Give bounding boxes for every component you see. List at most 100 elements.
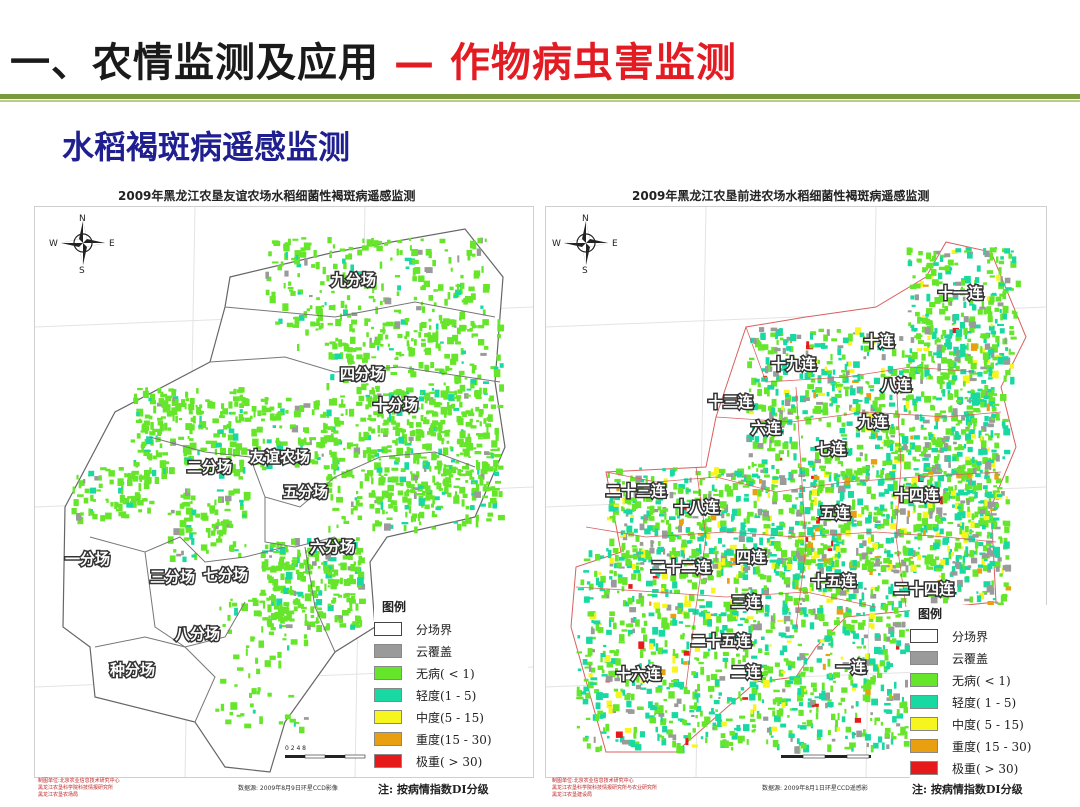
field-pixel [349, 579, 356, 585]
field-pixel [952, 504, 955, 508]
field-pixel [318, 325, 322, 330]
field-pixel [421, 431, 425, 438]
field-pixel [469, 327, 473, 331]
field-pixel [756, 475, 761, 479]
field-pixel [276, 437, 280, 446]
field-pixel [749, 681, 757, 688]
field-pixel [903, 741, 910, 747]
field-pixel [313, 250, 317, 258]
field-pixel [695, 715, 698, 719]
legend-label: 云覆盖 [416, 644, 453, 659]
field-pixel [825, 692, 830, 700]
field-pixel [688, 594, 695, 601]
field-pixel [190, 417, 194, 422]
field-pixel [805, 416, 812, 425]
field-pixel [837, 712, 840, 721]
field-pixel [630, 518, 634, 523]
field-pixel [165, 461, 170, 465]
field-pixel [843, 386, 850, 390]
field-pixel [253, 610, 261, 617]
field-pixel [792, 574, 800, 581]
field-pixel [662, 718, 667, 723]
field-pixel [366, 432, 370, 437]
field-pixel [683, 661, 688, 665]
field-pixel [282, 638, 287, 641]
field-pixel [409, 421, 414, 429]
field-pixel [370, 449, 378, 455]
field-pixel [640, 600, 644, 607]
field-pixel [815, 387, 823, 393]
field-pixel [109, 479, 114, 485]
field-pixel [599, 745, 603, 751]
field-pixel [940, 334, 944, 340]
field-pixel [118, 511, 122, 517]
field-pixel [397, 240, 403, 243]
field-pixel [287, 645, 290, 651]
field-pixel [127, 496, 133, 499]
field-pixel [231, 602, 238, 607]
field-pixel [434, 466, 439, 470]
field-pixel [131, 474, 135, 479]
field-pixel [211, 530, 216, 536]
field-pixel [333, 593, 340, 596]
field-pixel [183, 517, 191, 522]
field-pixel [822, 529, 830, 534]
field-pixel [383, 242, 389, 246]
field-pixel [703, 655, 708, 659]
field-pixel [291, 559, 298, 563]
field-pixel [995, 335, 1000, 343]
field-pixel [822, 407, 829, 416]
field-pixel [369, 503, 375, 509]
field-pixel [759, 327, 765, 333]
field-pixel [692, 728, 696, 733]
field-pixel [699, 479, 703, 486]
field-pixel [429, 401, 433, 405]
field-pixel [835, 546, 841, 553]
field-pixel [590, 677, 598, 681]
field-pixel [648, 612, 655, 617]
field-pixel [771, 678, 776, 682]
field-pixel [434, 368, 441, 371]
field-pixel [587, 648, 593, 656]
field-pixel [327, 237, 332, 244]
field-pixel [727, 578, 730, 584]
field-pixel [424, 504, 430, 509]
field-pixel [413, 330, 418, 333]
field-pixel [932, 360, 935, 363]
field-pixel [846, 421, 853, 426]
field-pixel [446, 440, 450, 444]
field-pixel [742, 574, 749, 580]
field-pixel [726, 473, 733, 477]
field-pixel [654, 528, 659, 536]
field-pixel [812, 608, 816, 614]
field-pixel [664, 512, 667, 520]
field-pixel [864, 453, 868, 462]
field-pixel [236, 714, 242, 717]
field-pixel [309, 439, 312, 446]
field-pixel [267, 604, 272, 613]
field-pixel [757, 489, 762, 497]
field-pixel [292, 238, 299, 241]
field-pixel [767, 492, 770, 499]
field-pixel [256, 426, 263, 433]
field-pixel [350, 474, 354, 477]
field-pixel [412, 276, 417, 282]
field-pixel [432, 308, 435, 313]
field-pixel [270, 627, 276, 631]
field-pixel [978, 542, 984, 547]
field-pixel [616, 562, 622, 568]
field-pixel [940, 372, 947, 376]
field-pixel [262, 438, 265, 444]
field-pixel [880, 565, 887, 572]
field-pixel [335, 337, 339, 342]
field-pixel [315, 261, 320, 270]
field-pixel [390, 257, 393, 261]
field-pixel [1000, 394, 1007, 401]
field-pixel [444, 249, 449, 252]
field-pixel [631, 573, 637, 580]
field-pixel [771, 726, 777, 732]
field-pixel [782, 645, 788, 652]
field-pixel [878, 405, 882, 410]
field-pixel [639, 731, 645, 738]
field-pixel [245, 648, 248, 656]
